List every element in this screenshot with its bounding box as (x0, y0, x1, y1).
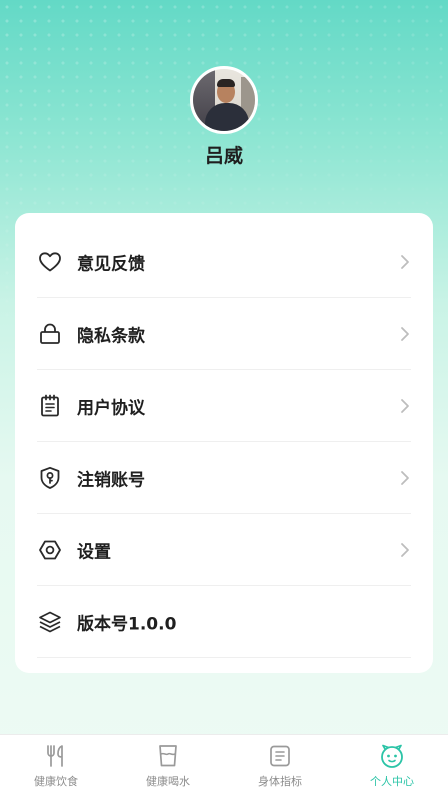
tab-label: 个人中心 (370, 775, 414, 788)
tab-label: 身体指标 (258, 775, 302, 788)
bottom-tab-bar: 健康饮食 健康喝水 身体指标 个人中心 (0, 734, 448, 798)
menu-card: 意见反馈 隐私条款 用户协议 注销账号 设置 版本号1.0.0 (15, 213, 433, 673)
menu-item-delete-account[interactable]: 注销账号 (15, 442, 433, 514)
menu-item-version: 版本号1.0.0 (15, 586, 433, 658)
tab-body-metrics[interactable]: 身体指标 (224, 735, 336, 798)
lock-icon (37, 321, 63, 347)
menu-item-privacy[interactable]: 隐私条款 (15, 298, 433, 370)
hexagon-settings-icon (37, 537, 63, 563)
chevron-right-icon (399, 397, 411, 415)
menu-item-label: 用户协议 (77, 398, 145, 419)
tab-personal-center[interactable]: 个人中心 (336, 735, 448, 798)
avatar-photo-body (205, 103, 249, 131)
chevron-right-icon (399, 253, 411, 271)
tab-healthy-water[interactable]: 健康喝水 (112, 735, 224, 798)
menu-item-label: 意见反馈 (77, 254, 145, 275)
layers-icon (37, 609, 63, 635)
divider (37, 657, 411, 658)
menu-item-label: 注销账号 (77, 470, 145, 491)
body-metrics-icon (267, 743, 293, 769)
menu-item-label: 隐私条款 (77, 326, 145, 347)
menu-item-user-agreement[interactable]: 用户协议 (15, 370, 433, 442)
fork-knife-icon (43, 743, 69, 769)
menu-item-label: 版本号1.0.0 (77, 614, 177, 635)
chevron-right-icon (399, 325, 411, 343)
shield-key-icon (37, 465, 63, 491)
chevron-right-icon (399, 469, 411, 487)
smiley-face-icon (379, 743, 405, 769)
heart-icon (37, 249, 63, 275)
chevron-right-icon (399, 541, 411, 559)
menu-item-feedback[interactable]: 意见反馈 (15, 226, 433, 298)
avatar-photo-hair (217, 79, 235, 87)
menu-item-settings[interactable]: 设置 (15, 514, 433, 586)
tab-label: 健康饮食 (34, 775, 78, 788)
menu-item-label: 设置 (77, 542, 111, 563)
user-name: 吕威 (204, 145, 243, 167)
tab-healthy-diet[interactable]: 健康饮食 (0, 735, 112, 798)
tab-label: 健康喝水 (146, 775, 190, 788)
avatar[interactable] (190, 66, 258, 134)
document-icon (37, 393, 63, 419)
cup-icon (155, 743, 181, 769)
